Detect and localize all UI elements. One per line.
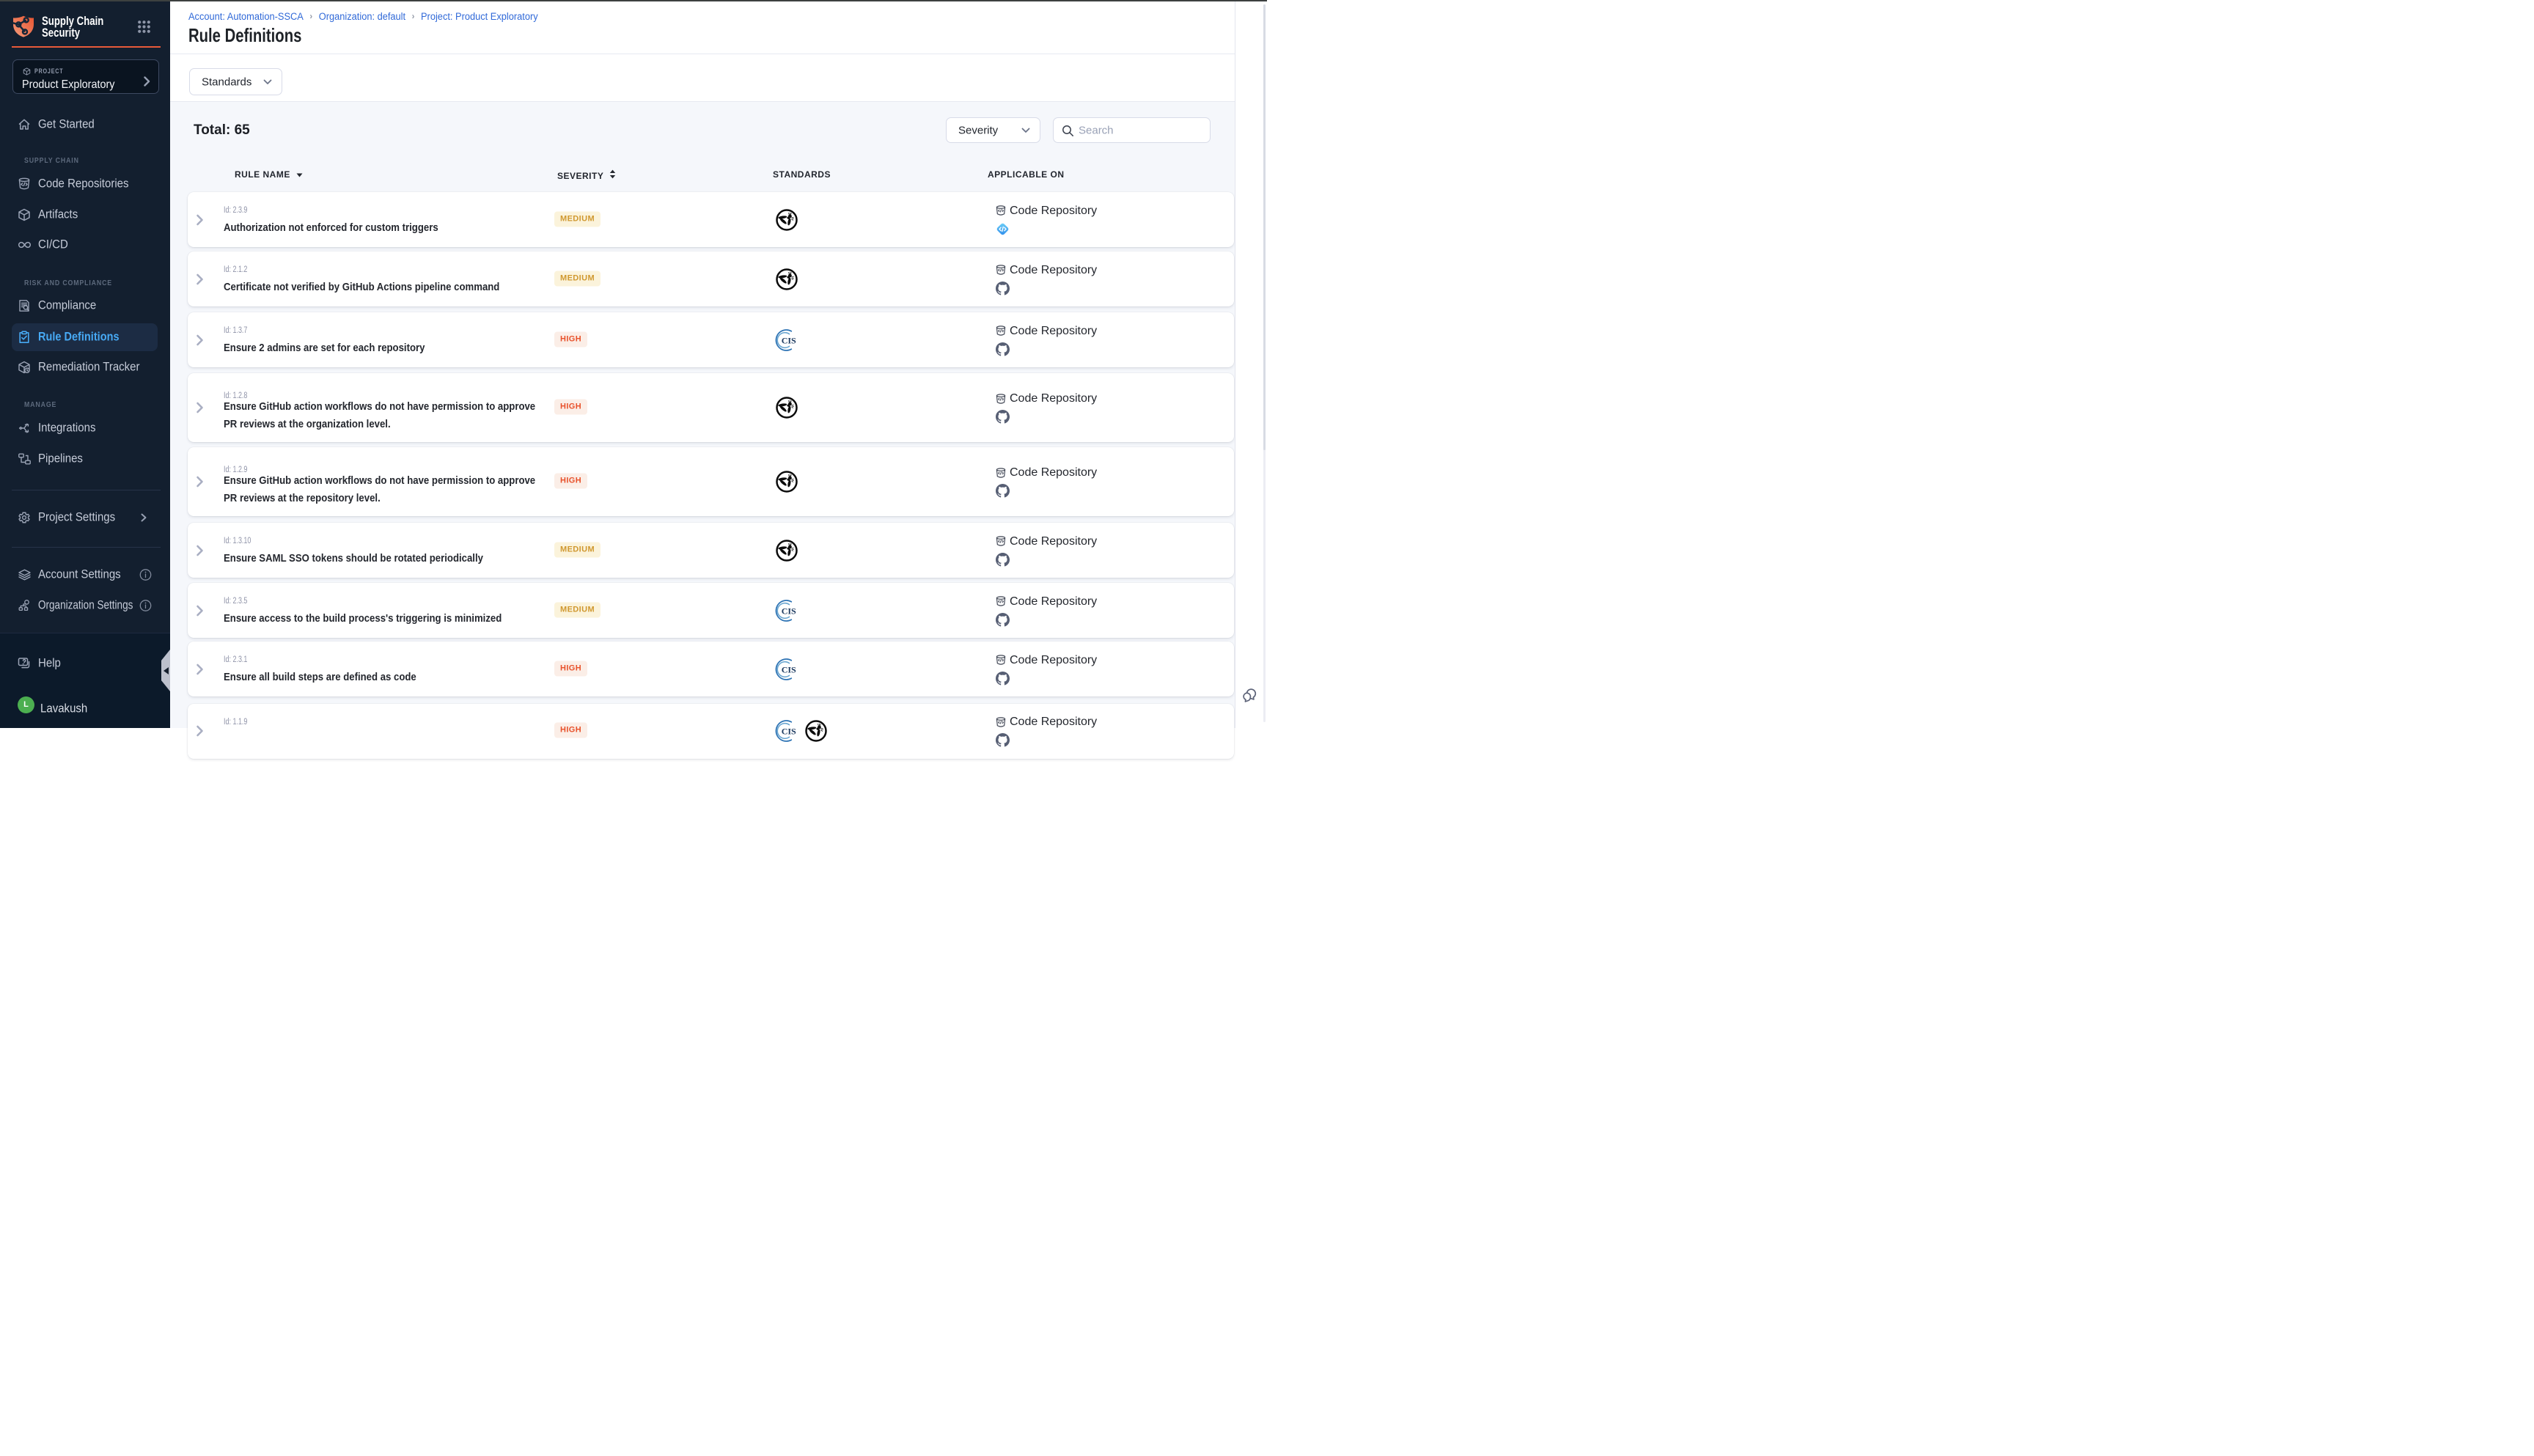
- svg-text:CIS: CIS: [782, 664, 796, 674]
- svg-text:CIS: CIS: [782, 726, 796, 736]
- svg-text:CIS: CIS: [782, 335, 796, 345]
- svg-text:CIS: CIS: [782, 606, 796, 616]
